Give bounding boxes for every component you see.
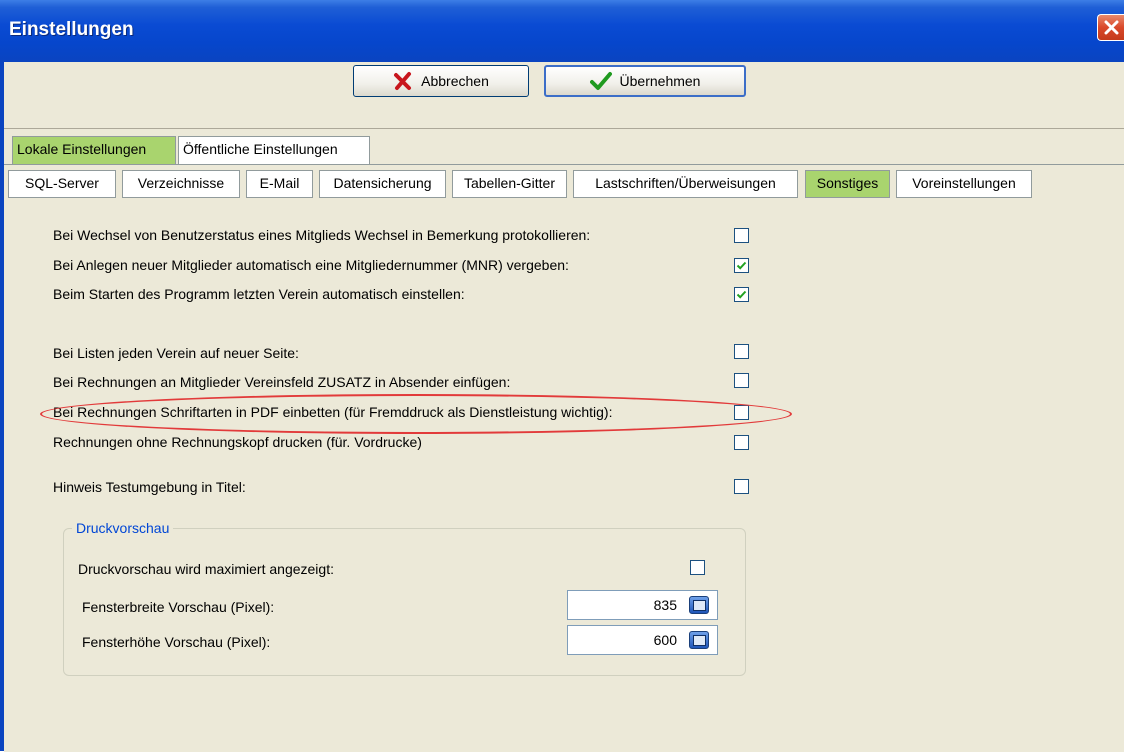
checkbox-testumgebung[interactable] (734, 479, 749, 494)
tab-label: Tabellen-Gitter (463, 175, 556, 191)
window-title: Einstellungen (9, 19, 134, 40)
tab-oeffentliche-einstellungen[interactable]: Öffentliche Einstellungen (178, 136, 370, 164)
tab-label: Sonstiges (816, 175, 879, 191)
option-label-listen-neue-seite: Bei Listen jeden Verein auf neuer Seite: (53, 345, 299, 361)
title-bar: Einstellungen (0, 0, 1124, 62)
cancel-button[interactable]: Abbrechen (353, 65, 529, 97)
checkbox-ohne-rechnungskopf[interactable] (734, 435, 749, 450)
checkmark-icon (736, 261, 747, 270)
tab-label: Lastschriften/Überweisungen (595, 175, 776, 191)
tab-label: Datensicherung (333, 175, 432, 191)
option-label-testumgebung: Hinweis Testumgebung in Titel: (53, 479, 246, 495)
checkbox-pdf-schriftarten[interactable] (734, 405, 749, 420)
preview-width-value: 835 (653, 597, 677, 613)
tab-voreinstellungen[interactable]: Voreinstellungen (896, 170, 1032, 198)
group-title: Druckvorschau (72, 520, 174, 536)
option-label-pdf-schriftarten: Bei Rechnungen Schriftarten in PDF einbe… (53, 404, 613, 420)
tab-e-mail[interactable]: E-Mail (246, 170, 313, 198)
tab-label: Voreinstellungen (912, 175, 1016, 191)
option-label-zusatz-absender: Bei Rechnungen an Mitglieder Vereinsfeld… (53, 374, 511, 390)
apply-button[interactable]: Übernehmen (544, 65, 746, 97)
checkmark-icon (736, 290, 747, 299)
red-x-icon (394, 72, 412, 90)
checkbox-listen-neue-seite[interactable] (734, 344, 749, 359)
option-label-auto-mnr: Bei Anlegen neuer Mitglieder automatisch… (53, 257, 569, 273)
tab-sonstiges[interactable]: Sonstiges (805, 170, 890, 198)
calculator-icon[interactable] (689, 631, 709, 649)
toolbar: Abbrechen Übernehmen (4, 62, 1124, 129)
option-label-ohne-rechnungskopf: Rechnungen ohne Rechnungskopf drucken (f… (53, 434, 422, 450)
close-icon (1104, 20, 1119, 35)
settings-window: Einstellungen Abbrechen Übernehmen Lokal… (0, 0, 1124, 752)
checkbox-zusatz-absender[interactable] (734, 373, 749, 388)
calculator-icon[interactable] (689, 596, 709, 614)
checkbox-letzter-verein[interactable] (734, 287, 749, 302)
preview-width-label: Fensterbreite Vorschau (Pixel): (82, 599, 275, 615)
tab-label: Öffentliche Einstellungen (183, 141, 338, 157)
preview-height-value: 600 (653, 632, 677, 648)
cancel-button-label: Abbrechen (421, 73, 489, 89)
green-check-icon (589, 72, 612, 90)
preview-width-field[interactable]: 835 (567, 590, 718, 620)
preview-height-field[interactable]: 600 (567, 625, 718, 655)
tab-verzeichnisse[interactable]: Verzeichnisse (122, 170, 240, 198)
tab-label: E-Mail (259, 175, 300, 191)
preview-height-label: Fensterhöhe Vorschau (Pixel): (82, 634, 271, 650)
checkbox-auto-mnr[interactable] (734, 258, 749, 273)
checkbox-preview-maximized[interactable] (690, 560, 705, 575)
close-button[interactable] (1097, 14, 1124, 41)
tab-lastschriften-ueberweisungen[interactable]: Lastschriften/Überweisungen (573, 170, 798, 198)
tab-lokale-einstellungen[interactable]: Lokale Einstellungen (12, 136, 176, 164)
tab-label: Verzeichnisse (137, 175, 225, 191)
tab-label: SQL-Server (25, 175, 99, 191)
tab-tabellen-gitter[interactable]: Tabellen-Gitter (452, 170, 567, 198)
option-label-letzter-verein: Beim Starten des Programm letzten Verein… (53, 286, 465, 302)
preview-maximized-label: Druckvorschau wird maximiert angezeigt: (78, 561, 334, 577)
option-label-status-protokoll: Bei Wechsel von Benutzerstatus eines Mit… (53, 227, 591, 243)
apply-button-label: Übernehmen (619, 73, 701, 89)
tab-label: Lokale Einstellungen (17, 141, 147, 157)
tab-datensicherung[interactable]: Datensicherung (319, 170, 446, 198)
tab-sql-server[interactable]: SQL-Server (8, 170, 116, 198)
checkbox-status-protokoll[interactable] (734, 228, 749, 243)
